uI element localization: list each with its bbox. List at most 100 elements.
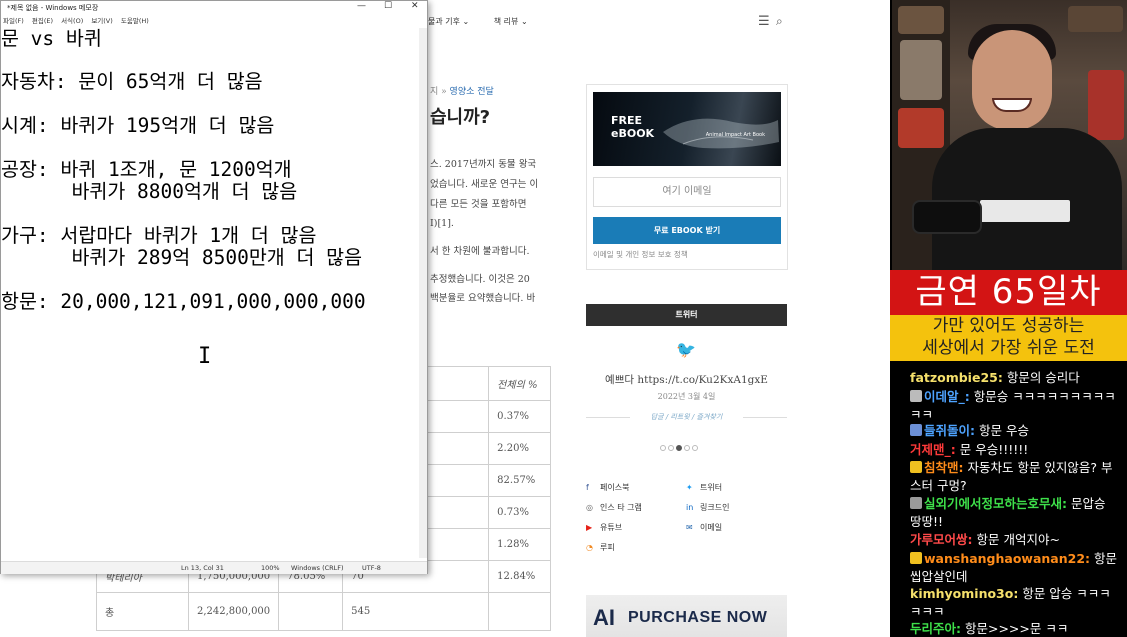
table-cell — [278, 592, 344, 631]
chat-message: 들쥐돌이: 항문 우승 — [910, 422, 1120, 440]
top-nav: 물과 기후 ⌄ 책 리뷰 ⌄ — [428, 16, 550, 27]
chat-username[interactable]: 실외기에서정모하는호무새: — [924, 496, 1067, 511]
article-title: 습니까? — [430, 107, 491, 128]
carousel-dot-active[interactable] — [676, 445, 682, 451]
menu-file[interactable]: 파일(F) — [3, 17, 24, 25]
chat-message: 두리주아: 항문>>>>문 ㅋㅋ — [910, 620, 1120, 637]
hamburger-menu-icon[interactable]: ☰ — [758, 14, 770, 29]
facebook-icon: f — [586, 483, 589, 492]
webcam-feed — [892, 0, 1127, 270]
breadcrumb-separator: » — [441, 87, 447, 97]
table-cell — [488, 592, 552, 631]
maximize-icon[interactable]: ☐ — [384, 1, 392, 11]
chat-username[interactable]: fatzombie25: — [910, 370, 1003, 385]
menu-view[interactable]: 보기(V) — [91, 17, 112, 25]
vertical-scrollbar[interactable] — [419, 28, 427, 558]
email-icon: ✉ — [686, 523, 693, 532]
chat-message: wanshanghaowanan22: 항문 씹압살인데 — [910, 550, 1120, 586]
social-linkedin-link[interactable]: in 링크드인 — [686, 502, 729, 513]
chat-username[interactable]: 이데알_: — [924, 389, 970, 404]
ebook-banner[interactable]: FREE eBOOK Animal Impact Art Book — [593, 92, 781, 166]
text-line: 바퀴가 8800억개 더 많음 — [1, 180, 298, 203]
article-text-line: 서 한 차원에 불과합니다. — [430, 246, 530, 257]
carousel-dot[interactable] — [668, 445, 674, 451]
search-icon[interactable]: ⌕ — [776, 14, 783, 29]
status-line-ending: Windows (CRLF) — [291, 564, 344, 572]
text-line: 문 vs 바퀴 — [1, 28, 102, 50]
chat-text: 항문 개억지야~ — [972, 532, 1060, 547]
figure-toy — [900, 40, 942, 100]
chat-badge-icon — [910, 424, 922, 436]
notepad-titlebar[interactable]: *제목 없음 - Windows 메모장 — ☐ ✕ — [1, 1, 427, 15]
privacy-link[interactable]: 이메일 및 개인 정보 보호 정책 — [593, 249, 688, 260]
chat-badge-icon — [910, 390, 922, 402]
menu-help[interactable]: 도움말(H) — [121, 17, 149, 25]
article-text-line: I)[1]. — [430, 218, 454, 229]
menu-format[interactable]: 서식(O) — [61, 17, 83, 25]
social-instagram-link[interactable]: ◎ 인스 타 그램 — [586, 502, 642, 513]
twitter-bird-icon: 🐦 — [676, 340, 696, 359]
email-input[interactable]: 여기 이메일 — [593, 177, 781, 207]
status-zoom: 100% — [261, 564, 280, 572]
chat-username[interactable]: kimhyomino3o: — [910, 586, 1018, 601]
close-icon[interactable]: ✕ — [411, 1, 419, 11]
chat-username[interactable]: 두리주아: — [910, 621, 961, 636]
minimize-icon[interactable]: — — [357, 1, 366, 11]
status-encoding: UTF-8 — [362, 564, 381, 572]
social-email-link[interactable]: ✉ 이메일 — [686, 522, 722, 533]
article-text-line: 스. 2017년까지 동물 왕국 — [430, 159, 537, 170]
chat-username[interactable]: wanshanghaowanan22: — [924, 551, 1090, 566]
chat-text: 항문 우승 — [975, 423, 1029, 438]
social-rss-link[interactable]: ◔ 루피 — [586, 542, 615, 553]
twitter-widget-header: 트위터 — [586, 304, 787, 326]
challenge-line: 세상에서 가장 쉬운 도전 — [922, 338, 1095, 358]
figure-toy — [898, 108, 944, 148]
chat-username[interactable]: 가루모어쌍: — [910, 532, 973, 547]
table-cell: 1.28% — [488, 528, 552, 561]
table-header-cell: 전체의 % — [488, 366, 552, 401]
table-cell: 2,242,800,000 — [187, 592, 280, 631]
youtube-icon: ▶ — [586, 523, 593, 532]
get-ebook-button[interactable]: 무료 EBOOK 받기 — [593, 217, 781, 244]
no-smoking-banner: 금연 65일차 — [890, 270, 1127, 315]
nav-item-water-climate[interactable]: 물과 기후 ⌄ — [428, 17, 469, 26]
text-line: 가구: 서랍마다 바퀴가 1개 더 많음 — [1, 224, 317, 247]
carousel-dot[interactable] — [692, 445, 698, 451]
social-youtube-link[interactable]: ▶ 유튜브 — [586, 522, 622, 533]
ad-logo: AI — [593, 605, 615, 630]
article-text-line: 추정했습니다. 이것은 20 — [430, 274, 530, 285]
social-label: 인스 타 그램 — [600, 503, 642, 512]
tweet-actions[interactable]: 답글 / 리트윗 / 즐겨찾기 — [586, 412, 787, 422]
notepad-text-area[interactable]: 문 vs 바퀴 자동차: 문이 65억개 더 많음 시계: 바퀴가 195억개 … — [1, 28, 419, 558]
streamer-face — [972, 30, 1052, 130]
social-label: 유튜브 — [600, 523, 623, 532]
nav-item-book-review[interactable]: 책 리뷰 ⌄ — [494, 17, 528, 26]
ebook-brand: Animal Impact Art Book — [705, 132, 765, 138]
ebook-signup-card: FREE eBOOK Animal Impact Art Book 여기 이메일… — [586, 84, 788, 270]
chat-username[interactable]: 들쥐돌이: — [924, 423, 975, 438]
table-cell: 0.73% — [488, 496, 552, 529]
table-cell: 82.57% — [488, 464, 552, 497]
chat-badge-icon — [910, 461, 922, 473]
carousel-dot[interactable] — [660, 445, 666, 451]
notepad-window[interactable]: *제목 없음 - Windows 메모장 — ☐ ✕ 파일(F) 편집(E) 서… — [0, 0, 428, 574]
carousel-dot[interactable] — [684, 445, 690, 451]
breadcrumb-prefix[interactable]: 지 — [430, 87, 438, 97]
whale-illustration — [663, 118, 779, 149]
chat-username[interactable]: 침착맨: — [924, 460, 964, 475]
chat-username[interactable]: 거제맨_: — [910, 442, 956, 457]
text-line: 자동차: 문이 65억개 더 많음 — [1, 70, 263, 93]
social-twitter-link[interactable]: ✦ 트위터 — [686, 482, 722, 493]
purchase-ad-banner[interactable]: AI PURCHASE NOW — [586, 595, 787, 637]
menu-edit[interactable]: 편집(E) — [32, 17, 53, 25]
notepad-title: *제목 없음 - Windows 메모장 — [7, 4, 99, 12]
tweet-text[interactable]: 예쁘다 https://t.co/Ku2KxA1gxE — [586, 372, 787, 387]
social-label: 트위터 — [700, 483, 723, 492]
streamer-body — [932, 128, 1122, 270]
challenge-line: 가만 있어도 성공하는 — [932, 316, 1085, 336]
chat-message: 이데알_: 항문승 ㅋㅋㅋㅋㅋㅋㅋㅋㅋㅋㅋ — [910, 388, 1120, 424]
chat-text: 항문>>>>문 ㅋㅋ — [961, 621, 1069, 636]
text-line: 공장: 바퀴 1조개, 문 1200억개 — [1, 158, 292, 181]
twitter-icon: ✦ — [686, 483, 693, 492]
social-facebook-link[interactable]: f 페이스북 — [586, 482, 629, 493]
